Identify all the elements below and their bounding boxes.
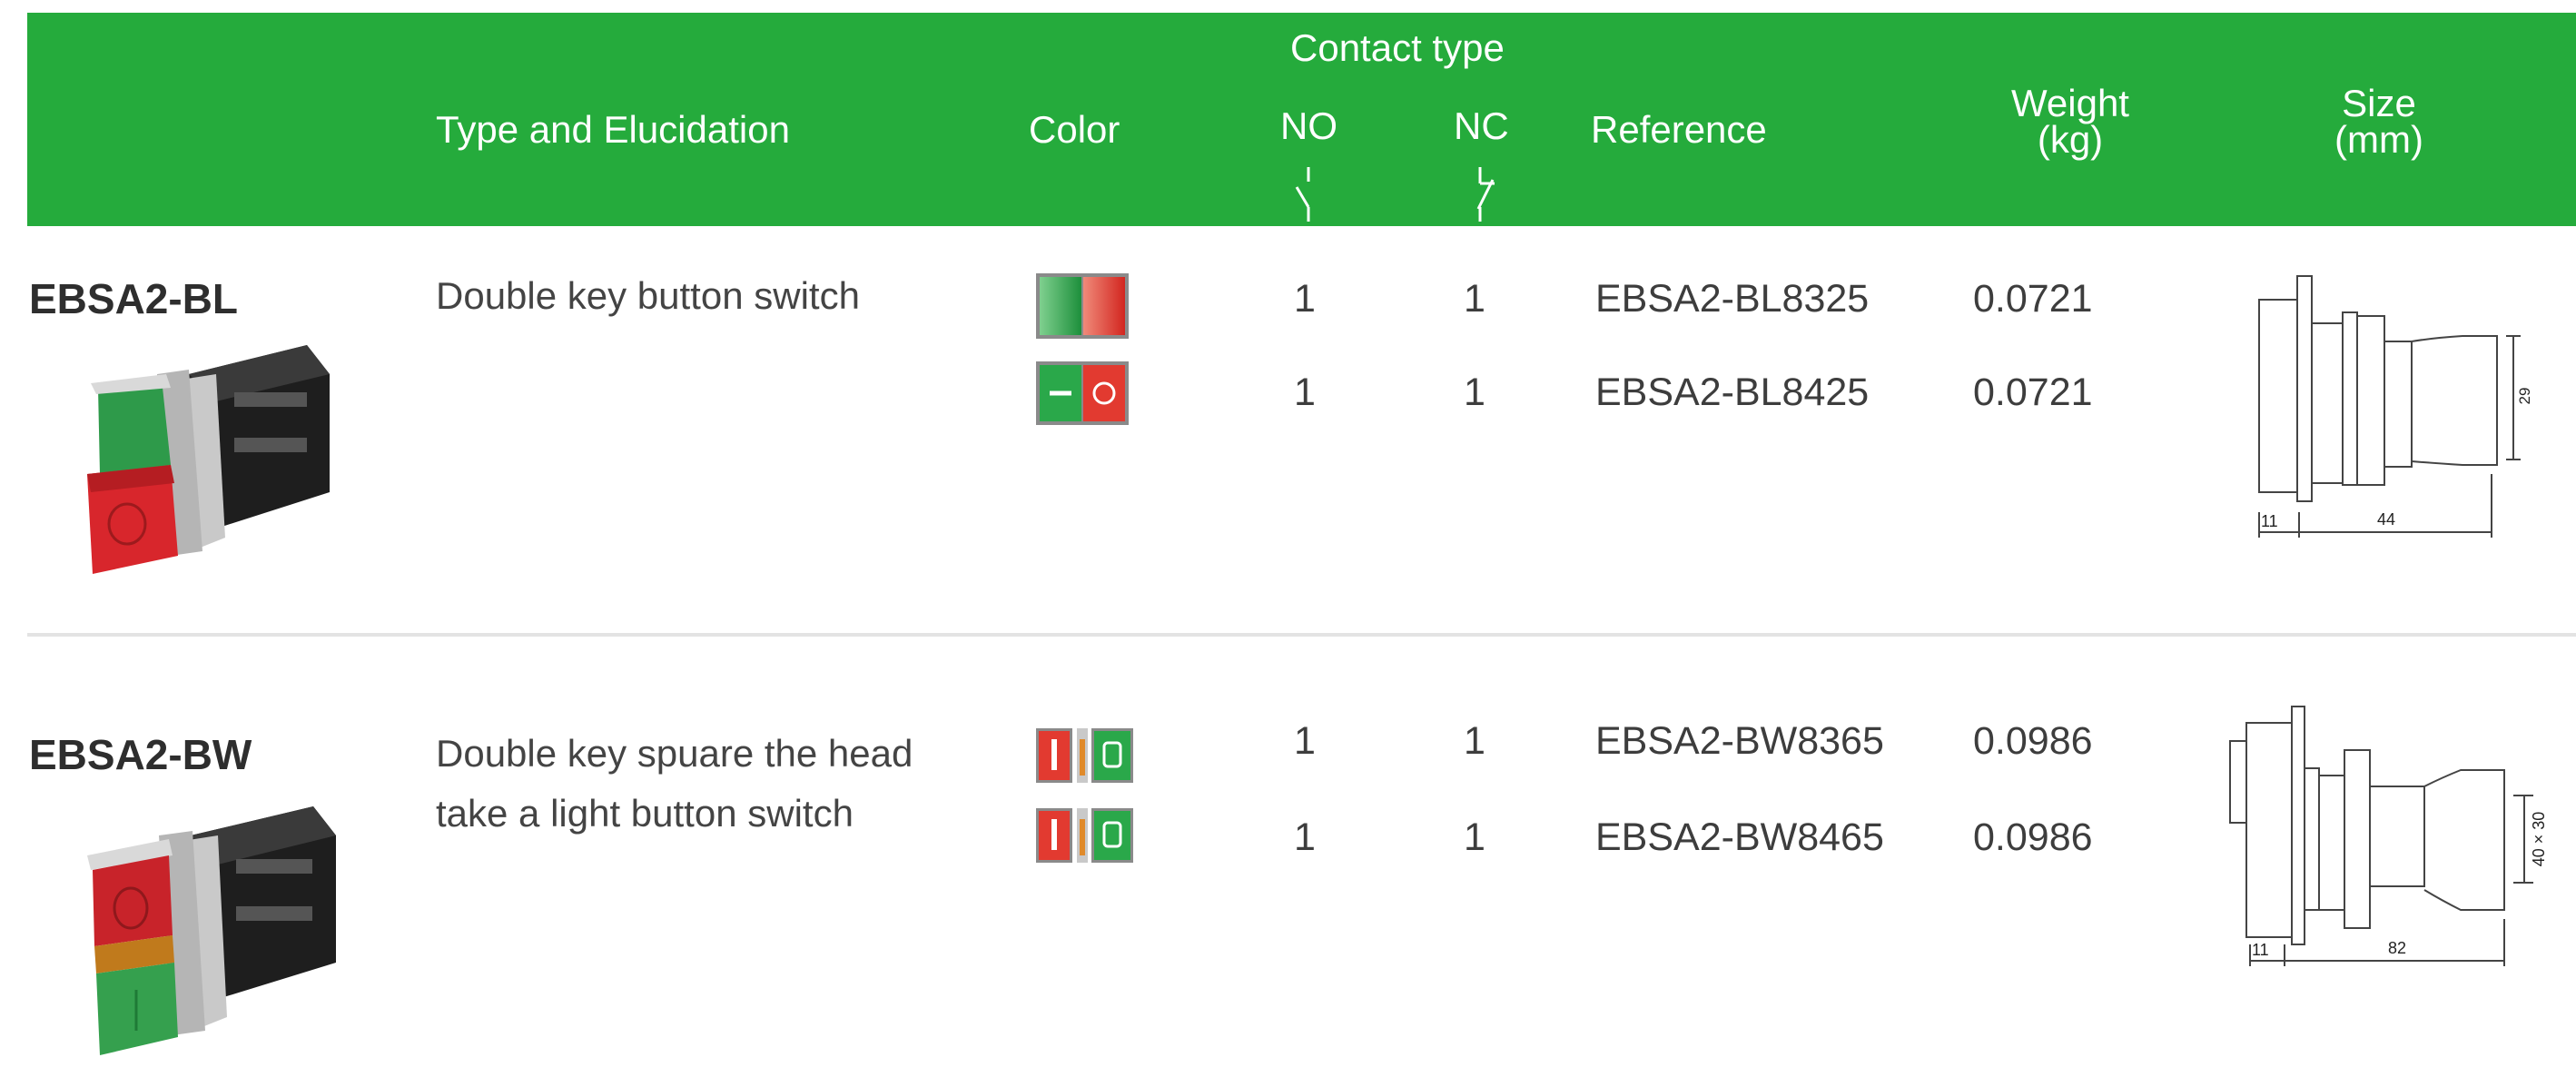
reference-value: EBSA2-BW8465 — [1595, 815, 1884, 859]
nc-value: 1 — [1464, 815, 1485, 859]
nc-column-header: NC — [1454, 104, 1509, 147]
no-column-header: NO — [1280, 104, 1337, 147]
no-value: 1 — [1294, 719, 1316, 763]
no-value: 1 — [1294, 815, 1316, 859]
dim-b-label: 44 — [2377, 510, 2395, 529]
size-column-header: Size (mm) — [2279, 82, 2479, 161]
table-header: Contact type Type and Elucidation Color … — [27, 13, 2576, 226]
weight-column-header: Weight (kg) — [1970, 82, 2170, 161]
dimension-drawing: 11 44 29 — [2258, 275, 2533, 538]
weight-value: 0.0986 — [1973, 815, 2093, 859]
product-model-name: EBSA2-BW — [29, 731, 252, 778]
dim-b-label: 82 — [2388, 939, 2406, 957]
dim-a-label: 11 — [2261, 512, 2278, 530]
weight-value: 0.0721 — [1973, 371, 2093, 414]
nc-value: 1 — [1464, 371, 1485, 414]
product-description: Double key spuare the head take a light … — [436, 724, 913, 844]
normally-open-contact-icon — [1295, 167, 1310, 222]
product-photo-illuminated-double-button — [87, 806, 336, 1055]
weight-value: 0.0986 — [1973, 719, 2093, 763]
product-photo-double-button — [87, 345, 330, 574]
color-swatch-green-red-marked — [1036, 361, 1129, 425]
no-value: 1 — [1294, 371, 1316, 414]
description-line: take a light button switch — [436, 792, 854, 835]
weight-label: Weight — [2011, 82, 2129, 124]
dimension-drawing: 11 82 40 × 30 — [2229, 706, 2548, 966]
normally-closed-contact-icon — [1476, 167, 1495, 222]
color-swatch-green-red — [1036, 273, 1129, 339]
nc-value: 1 — [1464, 719, 1485, 763]
color-swatch-red-amber-green — [1036, 728, 1133, 783]
no-value: 1 — [1294, 277, 1316, 321]
size-unit: (mm) — [2334, 118, 2423, 161]
contact-type-heading: Contact type — [1290, 26, 1505, 69]
dim-h-label: 40 × 30 — [2530, 812, 2548, 867]
weight-unit: (kg) — [2037, 118, 2104, 161]
reference-value: EBSA2-BL8425 — [1595, 371, 1870, 414]
weight-value: 0.0721 — [1973, 277, 2093, 321]
reference-value: EBSA2-BL8325 — [1595, 277, 1870, 321]
nc-value: 1 — [1464, 277, 1485, 321]
dim-h-label: 29 — [2516, 388, 2533, 405]
type-column-header: Type and Elucidation — [436, 108, 790, 151]
product-description: Double key button switch — [436, 274, 860, 317]
color-swatch-red-amber-green — [1036, 808, 1133, 863]
reference-value: EBSA2-BW8365 — [1595, 719, 1884, 763]
color-column-header: Color — [1029, 108, 1120, 151]
dim-a-label: 11 — [2252, 941, 2269, 959]
reference-column-header: Reference — [1591, 108, 1767, 151]
product-model-name: EBSA2-BL — [29, 275, 239, 322]
description-line: Double key spuare the head — [436, 732, 913, 775]
row-divider — [27, 633, 2576, 637]
size-label: Size — [2342, 82, 2416, 124]
